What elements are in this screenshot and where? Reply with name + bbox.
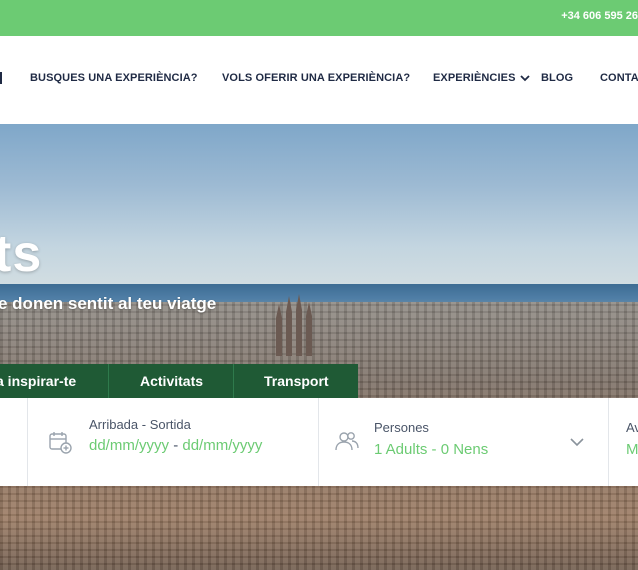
category-tabs: a inspirar-te Activitats Transport	[0, 364, 358, 398]
people-label: Persones	[374, 420, 429, 435]
nav-item-busques-experiencia[interactable]: BUSQUES UNA EXPERIÈNCIA?	[30, 72, 198, 84]
extra-field-value[interactable]: M	[626, 441, 638, 458]
people-value[interactable]: 1 Adults - 0 Nens	[374, 441, 488, 458]
people-icon	[335, 432, 359, 451]
nav-item-oferir-experiencia[interactable]: VOLS OFERIR UNA EXPERIÈNCIA?	[222, 72, 410, 84]
main-navigation: BUSQUES UNA EXPERIÈNCIA? VOLS OFERIR UNA…	[0, 36, 638, 124]
search-panel: Arribada - Sortida dd/mm/yyyy - dd/mm/yy…	[0, 398, 638, 486]
search-divider	[608, 398, 609, 486]
tab-activitats[interactable]: Activitats	[140, 364, 203, 398]
search-divider	[27, 398, 28, 486]
phone-number[interactable]: +34 606 595 26	[561, 0, 638, 36]
calendar-plus-icon	[49, 432, 72, 454]
nav-item-experiencies[interactable]: EXPERIÈNCIES	[433, 72, 530, 84]
chevron-down-icon	[519, 74, 530, 81]
date-from[interactable]: dd/mm/yyyy	[89, 437, 169, 454]
hero-title: ts	[0, 225, 43, 283]
dates-value[interactable]: dd/mm/yyyy - dd/mm/yyyy	[89, 437, 262, 454]
date-to[interactable]: dd/mm/yyyy	[182, 437, 262, 454]
hero-subtitle: e donen sentit al teu viatge	[0, 294, 217, 313]
chevron-down-icon[interactable]	[570, 438, 584, 447]
tab-inspirar-te[interactable]: a inspirar-te	[0, 364, 76, 398]
hero-sky	[0, 124, 638, 299]
top-contact-bar: +34 606 595 26	[0, 0, 638, 36]
nav-item-blog[interactable]: BLOG	[541, 72, 573, 84]
sagrada-familia-silhouette	[276, 294, 312, 356]
dates-label: Arribada - Sortida	[89, 417, 191, 432]
extra-field-label: Av	[626, 420, 638, 435]
search-divider	[318, 398, 319, 486]
date-separator: -	[173, 437, 179, 454]
nav-divider	[0, 72, 2, 84]
tab-transport[interactable]: Transport	[264, 364, 329, 398]
tab-divider	[233, 364, 234, 398]
tab-divider	[108, 364, 109, 398]
nav-item-contacte[interactable]: CONTA	[600, 72, 638, 84]
hero-banner: ts e donen sentit al teu viatge a inspir…	[0, 124, 638, 570]
nav-item-experiencies-label: EXPERIÈNCIES	[433, 72, 516, 84]
